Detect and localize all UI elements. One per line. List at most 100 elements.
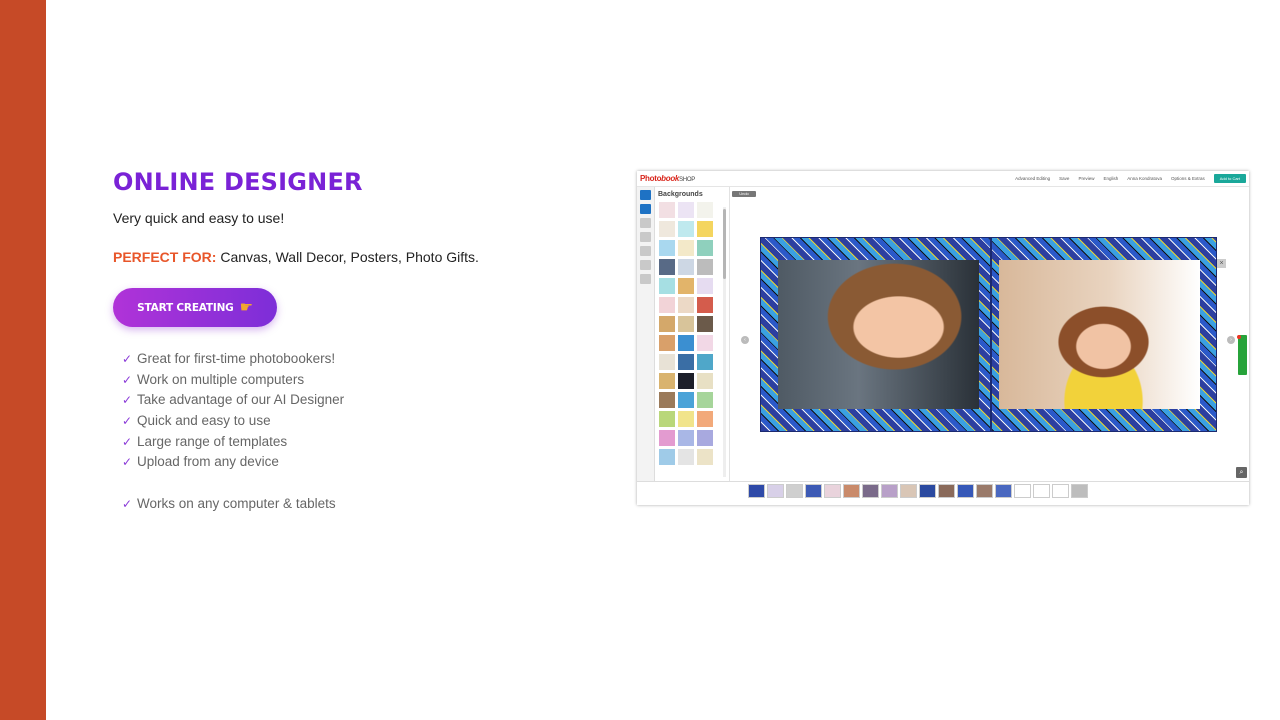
tool-icon: [640, 246, 651, 256]
tool-icon: [640, 204, 651, 214]
page-thumbnail: [824, 484, 841, 498]
page-thumbnail: [938, 484, 955, 498]
check-icon: ✓: [122, 497, 133, 512]
swatch: [697, 335, 713, 351]
swatch: [659, 335, 675, 351]
tool-icon: [640, 232, 651, 242]
menu-item: Preview: [1078, 176, 1095, 181]
swatch: [697, 221, 713, 237]
swatch: [697, 278, 713, 294]
photobookshop-logo: PhotobookSHOP: [640, 174, 695, 183]
swatch: [659, 297, 675, 313]
swatch: [659, 354, 675, 370]
swatch: [678, 202, 694, 218]
swatch: [678, 354, 694, 370]
swatch: [697, 411, 713, 427]
page-thumbnail: [786, 484, 803, 498]
photo-girl-pout: [999, 260, 1200, 409]
page-thumbnail: [767, 484, 784, 498]
swatch: [659, 240, 675, 256]
prev-page-icon: ‹: [741, 336, 749, 344]
swatch: [678, 449, 694, 465]
notification-dot-icon: [1237, 335, 1241, 339]
add-to-cart-button: Add to Cart: [1213, 174, 1246, 183]
tagline: Very quick and easy to use!: [113, 210, 285, 226]
list-item: ✓ Upload from any device: [122, 452, 344, 473]
undo-button: Undo: [732, 191, 756, 197]
page-thumbnail: [995, 484, 1012, 498]
page-thumbnail: [843, 484, 860, 498]
page-thumbnail: [1014, 484, 1031, 498]
page-thumbnail: [1052, 484, 1069, 498]
page-thumbnail: [1071, 484, 1088, 498]
panel-scrollbar: [723, 209, 726, 279]
swatch: [659, 373, 675, 389]
perfect-for-label: PERFECT FOR:: [113, 249, 217, 265]
menu-item: Advanced Editing: [1015, 176, 1051, 181]
swatch: [697, 373, 713, 389]
swatch: [697, 259, 713, 275]
spread-fold: [990, 237, 992, 432]
swatch: [697, 354, 713, 370]
swatch: [678, 221, 694, 237]
list-item: ✓ Great for first-time photobookers!: [122, 349, 344, 370]
list-item: ✓ Work on multiple computers: [122, 370, 344, 391]
start-creating-button[interactable]: START CREATING ☛: [113, 288, 277, 327]
check-icon: ✓: [122, 372, 133, 387]
side-feedback-tab: [1238, 335, 1247, 375]
page-thumbnail: [881, 484, 898, 498]
check-icon: ✓: [122, 434, 133, 449]
swatch: [678, 240, 694, 256]
menu-item: Options & Extras: [1171, 176, 1205, 181]
designer-canvas: Undo ‹ › × ⌕ Total Pages: 28 Insert Page…: [731, 187, 1249, 490]
swatch: [659, 449, 675, 465]
check-icon: ✓: [122, 352, 133, 366]
swatch: [659, 316, 675, 332]
swatch: [697, 449, 713, 465]
page-thumbnail: [957, 484, 974, 498]
pointing-hand-icon: ☛: [239, 298, 253, 316]
swatch: [678, 297, 694, 313]
hero-section: ONLINE DESIGNER Very quick and easy to u…: [113, 168, 553, 511]
page-thumbnail: [919, 484, 936, 498]
page-thumbnail: [862, 484, 879, 498]
list-item: ✓ Take advantage of our AI Designer: [122, 390, 344, 411]
swatch: [678, 278, 694, 294]
feature-list: ✓ Great for first-time photobookers! ✓ Wor…: [122, 349, 344, 515]
swatch: [659, 221, 675, 237]
swatch: [697, 240, 713, 256]
designer-screenshot: PhotobookSHOP Advanced Editing Save Prev…: [637, 171, 1249, 505]
list-item: ✓ Quick and easy to use: [122, 411, 344, 432]
page-thumbnail: [900, 484, 917, 498]
close-icon: ×: [1217, 259, 1226, 268]
menu-item: English: [1103, 176, 1119, 181]
swatch: [678, 316, 694, 332]
page-thumbnail: [805, 484, 822, 498]
swatch: [678, 373, 694, 389]
swatch: [678, 335, 694, 351]
menu-item: Anna Kondratova: [1127, 176, 1162, 181]
menu-item: Save: [1059, 176, 1070, 181]
check-icon: ✓: [122, 414, 133, 429]
swatch: [697, 430, 713, 446]
page-filmstrip: [637, 481, 1249, 505]
swatch: [659, 278, 675, 294]
next-page-icon: ›: [1227, 336, 1235, 344]
swatch: [697, 392, 713, 408]
swatch: [697, 316, 713, 332]
zoom-icon: ⌕: [1236, 467, 1247, 478]
start-creating-label: START CREATING: [137, 301, 234, 314]
perfect-for-text: Canvas, Wall Decor, Posters, Photo Gifts…: [216, 249, 479, 265]
photo-girl-lipstick: [778, 260, 979, 409]
check-icon: ✓: [122, 393, 133, 408]
accent-side-bar: [0, 0, 46, 720]
designer-top-bar: PhotobookSHOP Advanced Editing Save Prev…: [637, 171, 1249, 187]
backgrounds-title: Backgrounds: [658, 191, 703, 198]
tool-icon: [640, 218, 651, 228]
designer-tool-rail: [637, 187, 655, 481]
swatch: [697, 297, 713, 313]
page-thumbnail: [748, 484, 765, 498]
swatch: [659, 392, 675, 408]
designer-menu: Advanced Editing Save Preview English An…: [1015, 174, 1246, 183]
tool-icon: [640, 274, 651, 284]
